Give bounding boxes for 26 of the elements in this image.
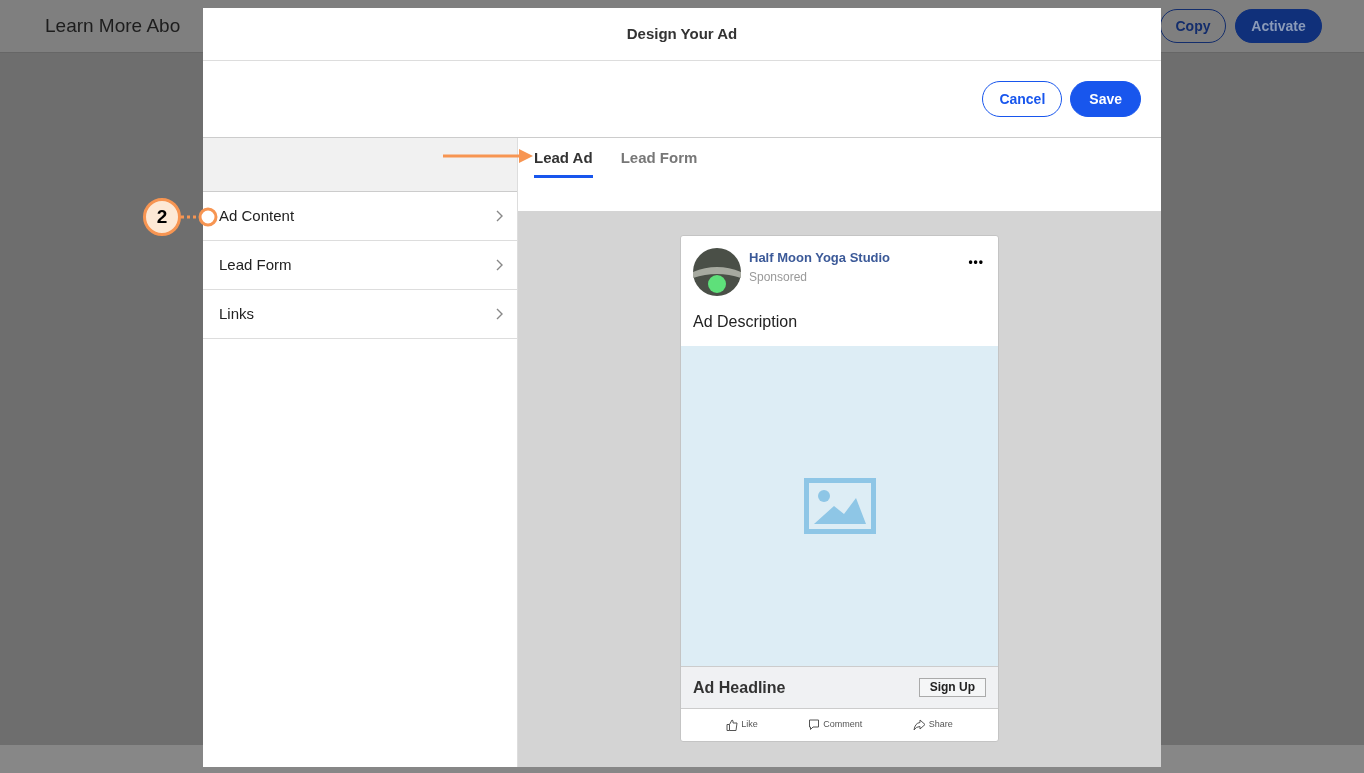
speech-bubble-icon bbox=[808, 719, 821, 731]
share-button[interactable]: Share bbox=[912, 718, 953, 732]
ad-description: Ad Description bbox=[692, 312, 799, 332]
share-arrow-icon bbox=[912, 719, 926, 731]
page-title: Learn More Abo bbox=[45, 13, 181, 38]
sidebar-item[interactable]: Links bbox=[203, 290, 517, 339]
tab[interactable]: Lead Ad bbox=[534, 147, 593, 178]
chevron-right-icon bbox=[496, 259, 503, 271]
image-icon bbox=[803, 478, 876, 534]
sponsored-label: Sponsored bbox=[749, 269, 809, 286]
chevron-right-icon bbox=[496, 210, 503, 222]
chevron-right-icon bbox=[496, 308, 503, 320]
tab[interactable]: Lead Form bbox=[620, 147, 698, 178]
sidebar-item[interactable]: Lead Form bbox=[203, 241, 517, 290]
thumbs-up-icon bbox=[726, 719, 739, 731]
comment-button[interactable]: Comment bbox=[808, 718, 863, 732]
activate-button[interactable]: Activate bbox=[1235, 9, 1322, 43]
dialog-title: Design Your Ad bbox=[626, 23, 738, 44]
page-name[interactable]: Half Moon Yoga Studio bbox=[749, 248, 891, 267]
step-callout: 2 bbox=[143, 198, 181, 236]
sign-up-button[interactable]: Sign Up bbox=[918, 678, 986, 697]
more-menu[interactable]: ••• bbox=[968, 253, 984, 271]
avatar-icon bbox=[693, 248, 741, 296]
like-button[interactable]: Like bbox=[726, 718, 758, 732]
ad-headline: Ad Headline bbox=[693, 677, 786, 698]
save-button[interactable]: Save bbox=[1070, 81, 1141, 117]
